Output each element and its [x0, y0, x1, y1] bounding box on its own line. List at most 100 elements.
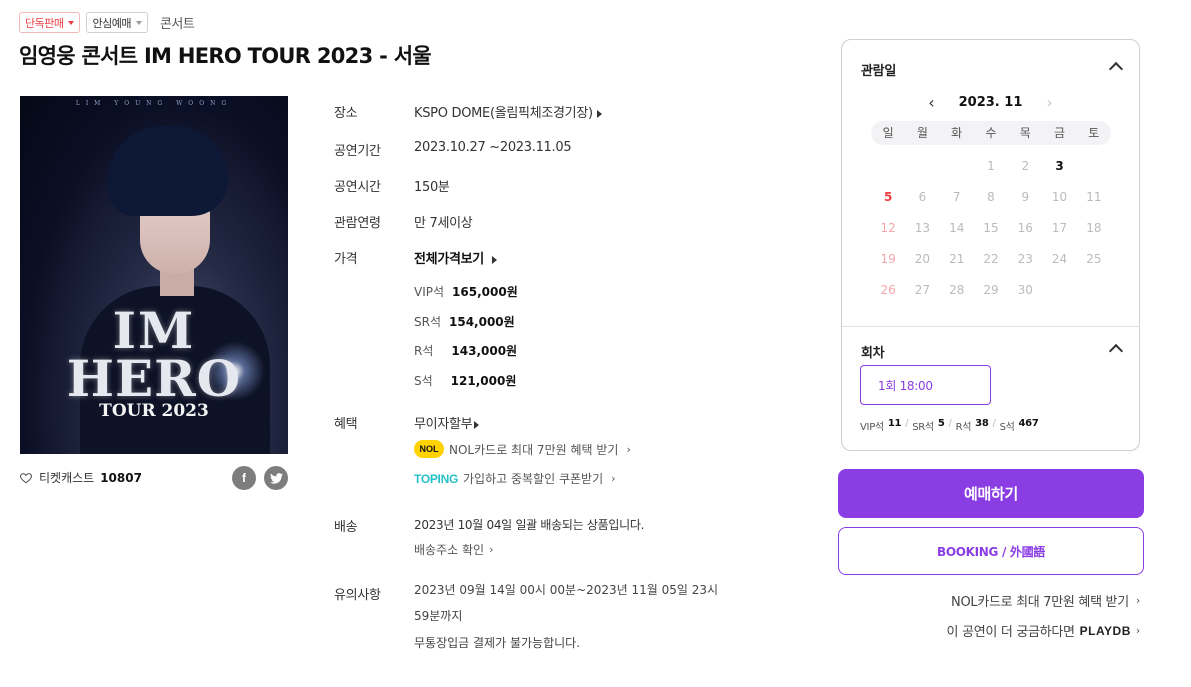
- calendar-day-available[interactable]: 5: [871, 182, 905, 213]
- delivery-label: 배송: [334, 520, 358, 535]
- calendar-day: 23: [1017, 252, 1033, 266]
- calendar-day: [871, 151, 905, 182]
- calendar-week: 1 2 3 4: [871, 151, 1111, 182]
- weekday-header: 일 월 화 수 목 금 토: [871, 121, 1111, 145]
- international-booking-button[interactable]: BOOKING / 外國語: [838, 527, 1144, 575]
- separator: /: [905, 418, 909, 429]
- calendar-day: 14: [949, 221, 965, 235]
- toping-coupon-link[interactable]: TOPING 가입하고 중복할인 쿠폰받기 ›: [414, 470, 616, 487]
- seat-count: 11: [887, 418, 902, 429]
- calendar-day: 2: [1021, 159, 1030, 173]
- age-value: 만 7세이상: [414, 216, 473, 231]
- calendar-day-available[interactable]: 3: [1042, 151, 1076, 182]
- toping-logo: TOPING: [414, 471, 458, 486]
- calendar-day: 10: [1051, 190, 1068, 204]
- nol-promo-text: NOL카드로 최대 7만원 혜택 받기: [951, 595, 1129, 610]
- weekday-label: 금: [1054, 126, 1066, 140]
- calendar-day: [1077, 275, 1111, 306]
- ticketcast[interactable]: 티켓캐스트 10807: [19, 469, 142, 486]
- seat-count: 467: [1018, 418, 1039, 429]
- calendar-day: 6: [918, 190, 927, 204]
- price-label: 가격: [334, 252, 358, 267]
- price-seat: SR석: [414, 315, 441, 329]
- calendar-day: 15: [983, 221, 999, 235]
- calendar-day: 11: [1086, 190, 1102, 204]
- venue-link[interactable]: KSPO DOME(올림픽체조경기장): [414, 102, 602, 121]
- calendar-day: 28: [949, 283, 965, 297]
- current-month: 2023. 11: [958, 95, 1023, 110]
- nol-card-benefit-link[interactable]: NOL NOL카드로 최대 7만원 혜택 받기 ›: [414, 440, 631, 458]
- delivery-value: 2023년 10월 04일 일괄 배송되는 상품입니다.: [414, 518, 645, 532]
- seat-availability: VIP석 11 / SR석 5 / R석 38 / S석 467: [860, 418, 1039, 433]
- calendar-grid: 1 2 3 4 5 6 7 8 9 10 11 12 13 14 15 16 1…: [871, 151, 1111, 306]
- delivery-address-link[interactable]: 배송주소 확인 ›: [414, 541, 493, 558]
- date-section-title: 관람일: [861, 64, 896, 79]
- twitter-icon[interactable]: [264, 466, 288, 490]
- seat-name: S석: [999, 422, 1015, 433]
- calendar-day: 24: [1051, 252, 1068, 266]
- chevron-up-icon[interactable]: [1108, 61, 1124, 77]
- calendar-day: [940, 151, 974, 182]
- installment-label: 무이자할부: [414, 417, 473, 432]
- chevron-right-icon: ›: [611, 472, 616, 485]
- section-divider: [842, 326, 1139, 327]
- facebook-icon[interactable]: f: [232, 466, 256, 490]
- delivery-address-label: 배송주소 확인: [414, 543, 485, 557]
- calendar-day: 25: [1086, 252, 1102, 266]
- safe-booking-badge[interactable]: 안심예매: [86, 12, 148, 33]
- venue-row: 장소 KSPO DOME(올림픽체조경기장): [334, 102, 602, 121]
- calendar-week: 26 27 28 29 30: [871, 275, 1111, 306]
- price-row: 가격 전체가격보기: [334, 248, 497, 267]
- toping-text: 가입하고 중복할인 쿠폰받기: [463, 472, 604, 486]
- safe-booking-label: 안심예매: [92, 16, 131, 30]
- calendar-week: 19 20 21 22 23 24 25: [871, 244, 1111, 275]
- notes-label: 유의사항: [334, 588, 381, 603]
- book-button[interactable]: 예매하기: [838, 469, 1144, 518]
- next-month-icon[interactable]: ›: [1046, 93, 1052, 112]
- round-option-button[interactable]: 1회 18:00: [860, 365, 991, 405]
- installment-link[interactable]: 무이자할부: [414, 413, 480, 432]
- price-item: VIP석 165,000원: [414, 283, 518, 300]
- heart-icon: [20, 472, 32, 483]
- triangle-right-icon: [596, 109, 602, 118]
- weekday-label: 목: [1019, 126, 1031, 140]
- calendar-day: 8: [987, 190, 995, 204]
- calendar-day: 18: [1086, 221, 1102, 235]
- page-title: 임영웅 콘서트 IM HERO TOUR 2023 - 서울: [19, 44, 432, 68]
- view-all-prices-label: 전체가격보기: [414, 252, 484, 267]
- view-all-prices-link[interactable]: 전체가격보기: [414, 248, 497, 267]
- seat-name: SR석: [912, 422, 934, 433]
- chevron-up-icon[interactable]: [1108, 343, 1124, 359]
- calendar-day: [1042, 275, 1076, 306]
- calendar-day: 12: [880, 221, 896, 235]
- price-amount: 143,000원: [451, 344, 518, 358]
- chevron-right-icon: ›: [489, 543, 494, 556]
- calendar-day: 13: [914, 221, 931, 235]
- playdb-logo: PLAYDB: [1079, 623, 1131, 638]
- calendar-day: 29: [983, 283, 999, 297]
- weekday-label: 화: [951, 126, 963, 140]
- period-label: 공연기간: [334, 144, 381, 159]
- exclusive-badge[interactable]: 단독판매: [19, 12, 81, 33]
- poster-title-line3: TOUR 2023: [99, 401, 209, 421]
- age-label: 관람연령: [334, 216, 381, 231]
- social-share: f: [232, 466, 288, 490]
- triangle-right-icon: [491, 255, 497, 264]
- chevron-down-icon: [135, 20, 142, 25]
- price-seat: S석: [414, 374, 433, 388]
- calendar-day: 27: [914, 283, 931, 297]
- calendar-day-selected[interactable]: 4: [1077, 151, 1111, 182]
- booking-panel: 관람일 ‹ 2023. 11 › 일 월 화 수 목 금 토 1 2 3 4 5…: [841, 39, 1140, 451]
- poster-image: LIM YOUNG WOONG IM HERO TOUR 2023: [20, 96, 288, 454]
- breadcrumb[interactable]: 콘서트: [160, 13, 195, 32]
- seat-count: 5: [937, 418, 945, 429]
- calendar-day: 30: [1017, 283, 1033, 297]
- notes-line: 59분까지: [414, 609, 463, 623]
- price-seat: R석: [414, 344, 434, 358]
- prev-month-icon[interactable]: ‹: [928, 93, 934, 112]
- playdb-link[interactable]: 이 공연이 더 궁금하다면 PLAYDB ›: [947, 621, 1141, 641]
- poster-top-text: LIM YOUNG WOONG: [75, 100, 233, 107]
- runtime-label: 공연시간: [334, 180, 381, 195]
- runtime-row: 공연시간 150분: [334, 176, 450, 195]
- nol-card-promo-link[interactable]: NOL카드로 최대 7만원 혜택 받기 ›: [951, 591, 1140, 610]
